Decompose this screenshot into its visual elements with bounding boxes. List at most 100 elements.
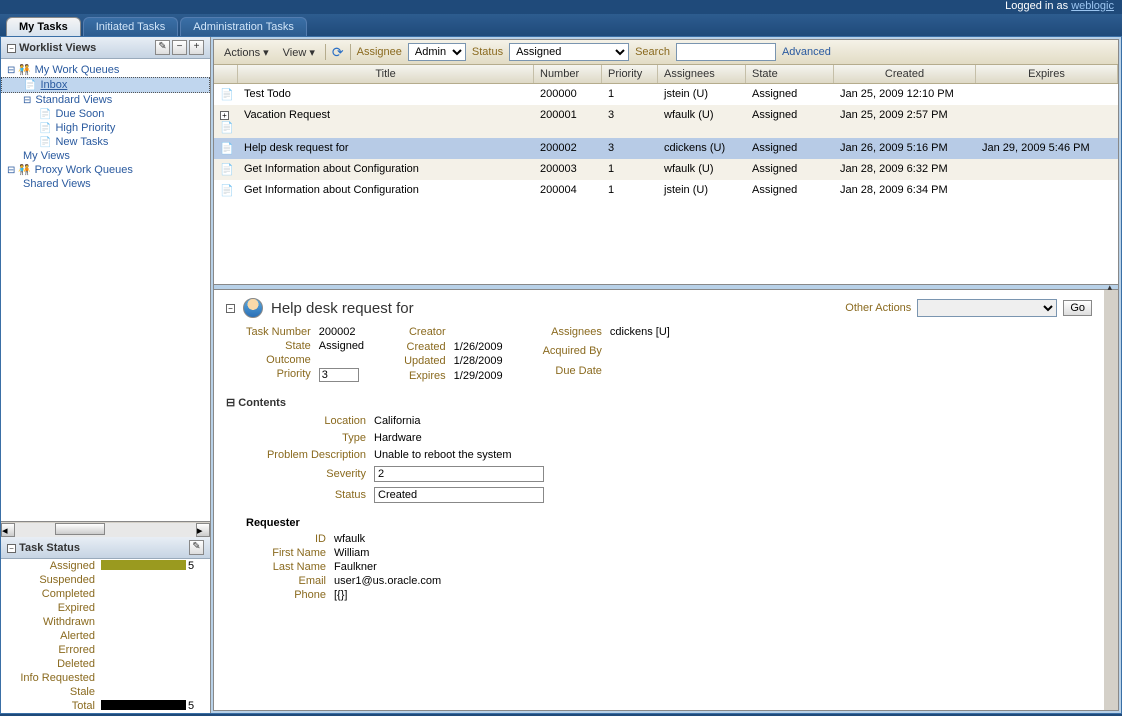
outcome-label: Outcome — [246, 354, 311, 366]
minus-icon[interactable]: − — [172, 40, 187, 55]
status-row-expired: Expired — [1, 601, 210, 615]
col-number[interactable]: Number — [534, 65, 602, 83]
task-number-label: Task Number — [246, 326, 311, 338]
creator-label: Creator — [404, 326, 446, 339]
other-actions-select[interactable] — [917, 299, 1057, 317]
user-link[interactable]: weblogic — [1071, 0, 1114, 12]
col-state[interactable]: State — [746, 65, 834, 83]
col-expires[interactable]: Expires — [976, 65, 1118, 83]
sidebar-item-due-soon[interactable]: 📄Due Soon — [1, 107, 210, 121]
view-menu[interactable]: View ▾ — [279, 45, 319, 60]
detail-header: − Help desk request for Other Actions Go — [226, 298, 1092, 318]
edit-icon[interactable]: ✎ — [189, 540, 204, 555]
status-row-deleted: Deleted — [1, 657, 210, 671]
page-header: Logged in as weblogic — [0, 0, 1122, 14]
state-label: State — [246, 340, 311, 352]
search-input[interactable] — [676, 43, 776, 61]
edit-icon[interactable]: ✎ — [155, 40, 170, 55]
requester-id-value: wfaulk — [334, 533, 1092, 545]
requester-firstname-value: William — [334, 547, 1092, 559]
status-row-completed: Completed — [1, 587, 210, 601]
requester-id-label: ID — [246, 533, 326, 545]
table-row[interactable]: + 📄 Vacation Request2000013wfaulk (U)Ass… — [214, 105, 1118, 138]
task-detail: − Help desk request for Other Actions Go… — [214, 290, 1118, 710]
requester-section: Requester IDwfaulk First NameWilliam Las… — [226, 517, 1092, 601]
requester-lastname-label: Last Name — [246, 561, 326, 573]
table-row[interactable]: 📄 Get Information about Configuration200… — [214, 159, 1118, 180]
expires-label: Expires — [404, 370, 446, 383]
priority-label: Priority — [246, 368, 311, 382]
queue-icon: ⊟ 🧑‍🤝‍🧑 — [7, 65, 31, 76]
detail-title: Help desk request for — [271, 300, 414, 317]
doc-icon: 📄 — [39, 109, 51, 120]
row-doc-icon: 📄 — [220, 185, 234, 197]
severity-label: Severity — [246, 468, 366, 480]
task-number-value: 200002 — [319, 326, 364, 338]
plus-icon[interactable]: + — [189, 40, 204, 55]
requester-email-label: Email — [246, 575, 326, 587]
content-status-input[interactable] — [374, 487, 544, 503]
table-row[interactable]: 📄 Get Information about Configuration200… — [214, 180, 1118, 201]
row-doc-icon: 📄 — [220, 164, 234, 176]
col-priority[interactable]: Priority — [602, 65, 658, 83]
status-select[interactable]: Assigned — [509, 43, 629, 61]
collapse-icon[interactable]: − — [7, 544, 16, 553]
col-assignees[interactable]: Assignees — [658, 65, 746, 83]
sidebar-item-proxy-work-queues[interactable]: ⊟ 🧑‍🤝‍🧑Proxy Work Queues — [1, 163, 210, 177]
contents-header[interactable]: Contents — [226, 396, 1092, 409]
sidebar-item-inbox[interactable]: 📄Inbox — [1, 77, 210, 93]
priority-input[interactable] — [319, 368, 359, 382]
scroll-thumb[interactable] — [55, 523, 105, 535]
assignees-label: Assignees — [543, 326, 602, 343]
status-row-assigned: Assigned5 — [1, 559, 210, 573]
tab-my-tasks[interactable]: My Tasks — [6, 17, 81, 36]
row-doc-icon: 📄 — [220, 143, 234, 155]
queue-icon: ⊟ 🧑‍🤝‍🧑 — [7, 165, 31, 176]
updated-value: 1/28/2009 — [454, 355, 503, 368]
doc-icon: 📄 — [39, 137, 51, 148]
worklist-views-title: Worklist Views — [19, 42, 96, 54]
tab-initiated-tasks[interactable]: Initiated Tasks — [83, 17, 179, 36]
status-row-suspended: Suspended — [1, 573, 210, 587]
sidebar-item-high-priority[interactable]: 📄High Priority — [1, 121, 210, 135]
advanced-link[interactable]: Advanced — [782, 46, 831, 58]
scroll-track[interactable] — [15, 523, 196, 537]
table-row[interactable]: 📄 Test Todo2000001jstein (U)AssignedJan … — [214, 84, 1118, 105]
sidebar-item-new-tasks[interactable]: 📄New Tasks — [1, 135, 210, 149]
task-status-header: − Task Status ✎ — [1, 537, 210, 559]
tab-administration-tasks[interactable]: Administration Tasks — [180, 17, 307, 36]
vscroll-thumb[interactable] — [1104, 290, 1118, 370]
type-label: Type — [246, 432, 366, 444]
expand-icon[interactable]: + — [220, 111, 229, 120]
col-title[interactable]: Title — [238, 65, 534, 83]
content-status-label: Status — [246, 489, 366, 501]
scroll-left-icon[interactable]: ◂ — [1, 523, 15, 537]
worklist-tree: ⊟ 🧑‍🤝‍🧑My Work Queues 📄Inbox ⊟Standard V… — [1, 59, 210, 521]
col-created[interactable]: Created — [834, 65, 976, 83]
sidebar-item-standard-views[interactable]: ⊟Standard Views — [1, 93, 210, 107]
creator-value — [454, 326, 503, 339]
refresh-icon[interactable]: ⟳ — [332, 44, 344, 61]
table-row[interactable]: 📄 Help desk request for2000023cdickens (… — [214, 138, 1118, 159]
expand-icon: ⊟ — [23, 95, 31, 106]
due-date-label: Due Date — [543, 365, 602, 382]
main-tabs: My Tasks Initiated Tasks Administration … — [0, 14, 1122, 36]
collapse-icon[interactable]: − — [7, 44, 16, 53]
main-layout: − Worklist Views ✎ − + ⊟ 🧑‍🤝‍🧑My Work Qu… — [0, 36, 1122, 714]
sidebar-item-shared-views[interactable]: Shared Views — [1, 177, 210, 191]
scroll-right-icon[interactable]: ▸ — [196, 523, 210, 537]
sidebar-item-my-views[interactable]: My Views — [1, 149, 210, 163]
other-actions-label: Other Actions — [845, 302, 911, 314]
sidebar-item-my-work-queues[interactable]: ⊟ 🧑‍🤝‍🧑My Work Queues — [1, 63, 210, 77]
actions-menu[interactable]: Actions ▾ — [220, 45, 273, 60]
requester-phone-label: Phone — [246, 589, 326, 601]
status-row-total: Total5 — [1, 699, 210, 713]
collapse-icon[interactable]: − — [226, 304, 235, 313]
go-button[interactable]: Go — [1063, 300, 1092, 316]
sidebar-hscroll[interactable]: ◂ ▸ — [1, 521, 210, 537]
assignee-select[interactable]: Admin — [408, 43, 466, 61]
created-label: Created — [404, 341, 446, 354]
severity-input[interactable] — [374, 466, 544, 482]
task-status-title: Task Status — [19, 542, 80, 554]
updated-label: Updated — [404, 355, 446, 368]
